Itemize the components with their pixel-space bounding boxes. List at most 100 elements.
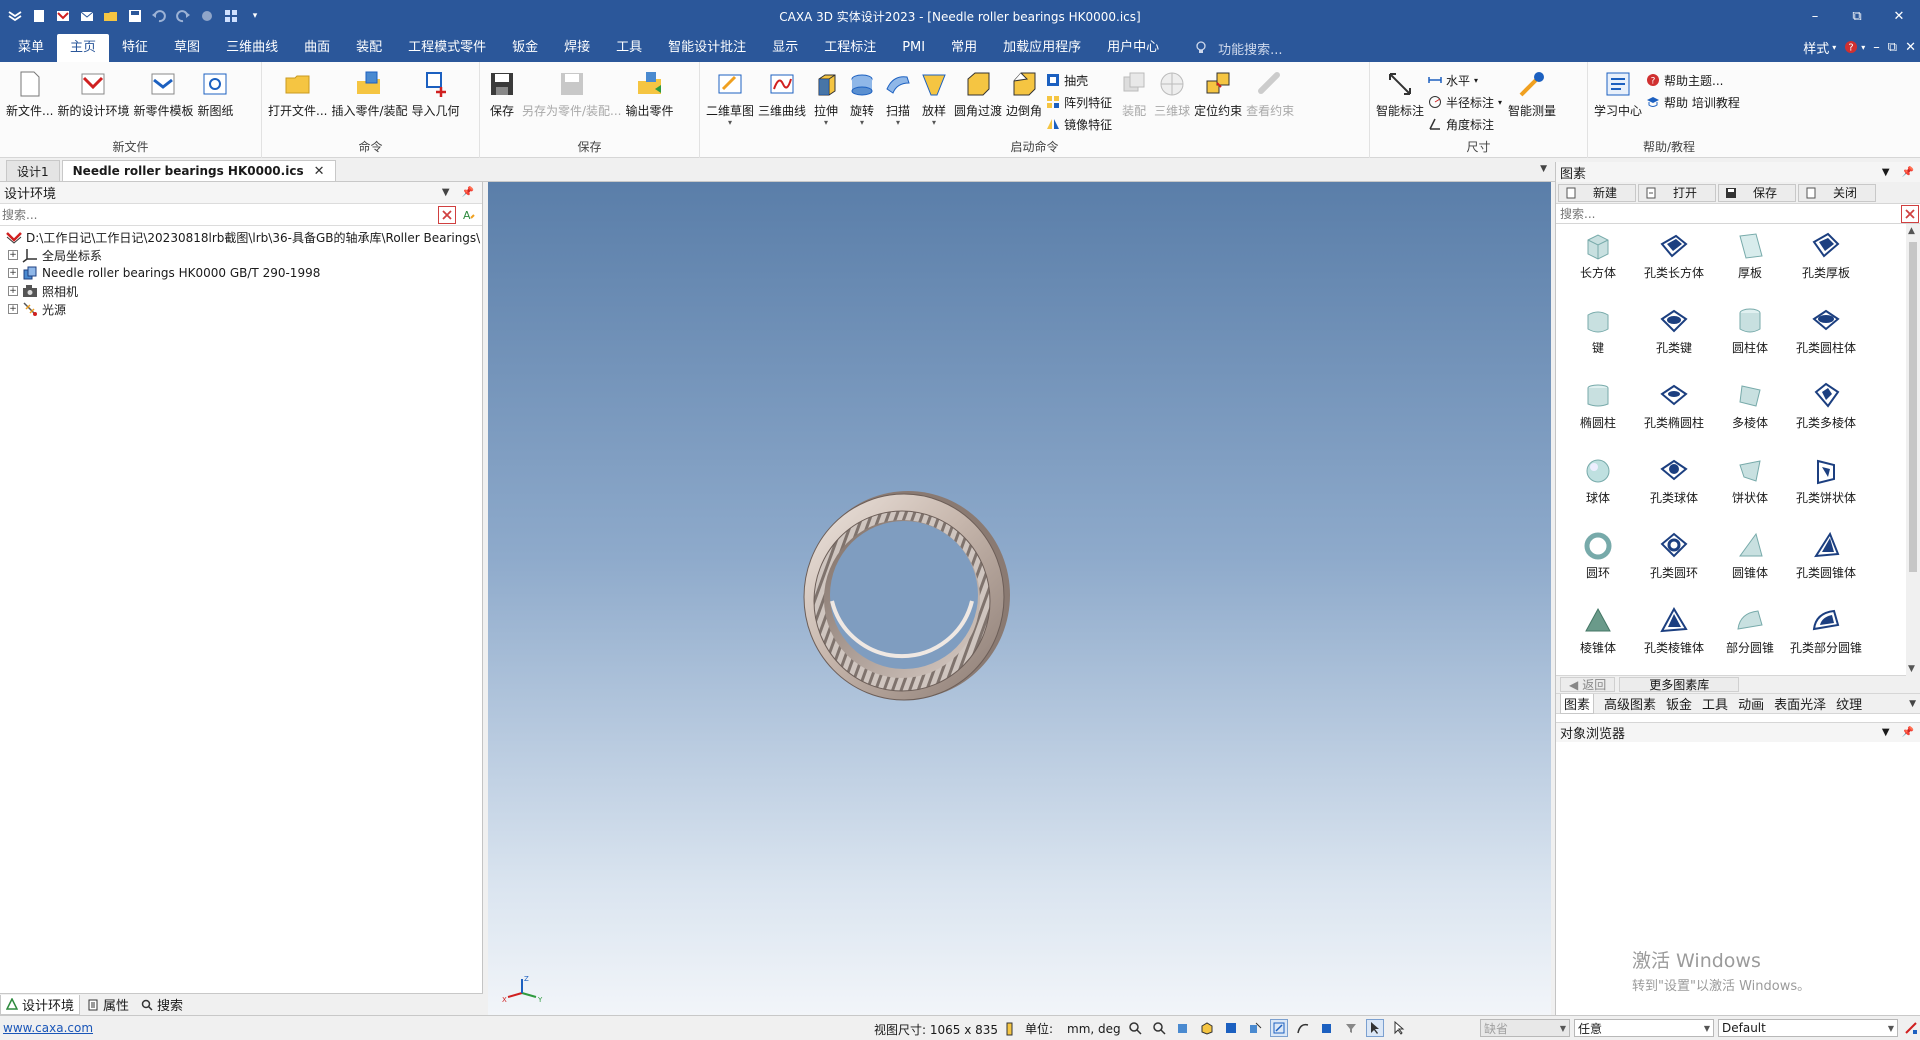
tab-engineering-dimension[interactable]: 工程标注 [811, 34, 889, 62]
vertical-scrollbar[interactable]: ▲ ▼ [1906, 224, 1920, 676]
open-catalog-button[interactable]: 打开 [1638, 183, 1716, 202]
shape-item[interactable]: 孔类长方体 [1636, 228, 1712, 303]
unit-readout[interactable]: 单位: mm, deg [1005, 1020, 1121, 1037]
back-button[interactable]: ◀ 返回 [1560, 677, 1616, 692]
learning-center-button[interactable]: 学习中心 [1592, 66, 1644, 121]
close-catalog-button[interactable]: 关闭 [1798, 183, 1876, 202]
tab-home[interactable]: 主页 [57, 34, 110, 62]
help-icon[interactable]: ? ▾ [1844, 40, 1865, 54]
default-select[interactable]: 缺省 ▼ [1480, 1019, 1570, 1037]
shape-item[interactable]: 孔类厚板 [1788, 228, 1864, 303]
assembly-button[interactable]: 装配 [1116, 66, 1152, 121]
shape-item[interactable]: 多棱体 [1712, 378, 1788, 453]
radius-dimension-button[interactable]: 半径标注 ▾ [1428, 92, 1502, 112]
tree-search-input[interactable] [2, 205, 438, 224]
close-button[interactable]: ✕ [1878, 0, 1920, 32]
tab-texture[interactable]: 纹理 [1836, 694, 1862, 713]
mirror-feature-button[interactable]: 镜像特征 [1046, 114, 1112, 134]
tab-feature[interactable]: 特征 [109, 34, 161, 62]
tab-display[interactable]: 显示 [759, 34, 811, 62]
save-icon[interactable] [124, 5, 146, 27]
curve-3d-button[interactable]: 三维曲线 [756, 66, 808, 121]
display-style-icon[interactable] [1222, 1019, 1240, 1037]
needle-roller-bearing-model[interactable] [794, 489, 1014, 709]
more-elements-button[interactable]: 更多图素库 [1619, 677, 1740, 692]
chevron-down-icon[interactable]: ▼ [1882, 727, 1890, 738]
shape-item[interactable]: 球体 [1560, 453, 1636, 528]
tab-surface[interactable]: 曲面 [291, 34, 343, 62]
chevron-down-icon[interactable]: ▼ [1882, 167, 1890, 178]
triball-button[interactable]: 三维球 [1152, 66, 1192, 121]
smart-snap-icon[interactable] [1270, 1019, 1288, 1037]
expand-icon[interactable]: + [8, 304, 18, 314]
tab-elements[interactable]: 图素 [1560, 693, 1595, 714]
select-arrow-icon[interactable] [1366, 1019, 1384, 1037]
save-button[interactable]: 保存 [484, 66, 520, 121]
doc-close-button[interactable]: ✕ [1905, 40, 1916, 55]
shape-item[interactable]: 孔类键 [1636, 303, 1712, 378]
shape-item[interactable]: 孔类饼状体 [1788, 453, 1864, 528]
tab-sheet-metal[interactable]: 钣金 [499, 34, 551, 62]
new-file-icon[interactable] [28, 5, 50, 27]
shape-item[interactable]: 键 [1560, 303, 1636, 378]
new-design-icon[interactable] [52, 5, 74, 27]
scroll-down-icon[interactable]: ▼ [1908, 664, 1915, 674]
clear-search-button[interactable] [438, 205, 456, 224]
tab-sheet-metal[interactable]: 钣金 [1666, 694, 1692, 713]
smart-measure-button[interactable]: 智能测量 [1506, 66, 1558, 121]
tab-user-center[interactable]: 用户中心 [1094, 34, 1172, 62]
selection-mode-select[interactable]: 任意 ▼ [1574, 1019, 1714, 1037]
new-design-env-button[interactable]: 新的设计环境 [55, 66, 131, 121]
tab-design-environment[interactable]: 设计环境 [0, 994, 81, 1015]
tab-tools[interactable]: 工具 [1702, 694, 1728, 713]
pointer-icon[interactable] [1390, 1019, 1408, 1037]
filter-icon[interactable]: A [460, 206, 478, 224]
save-catalog-button[interactable]: 保存 [1718, 183, 1796, 202]
tab-sketch[interactable]: 草图 [161, 34, 213, 62]
scrollbar-thumb[interactable] [1909, 242, 1917, 572]
shape-item[interactable]: 部分圆锥 [1712, 603, 1788, 678]
shape-item[interactable]: 椭圆柱 [1560, 378, 1636, 453]
box-select-icon[interactable] [1318, 1019, 1336, 1037]
tree-item[interactable]: D:\工作日记\工作日记\20230818lrb截图\lrb\36-具备GB的轴… [6, 228, 482, 246]
tab-surface-finish[interactable]: 表面光泽 [1774, 694, 1826, 713]
doc-minimize-button[interactable]: – [1873, 40, 1880, 55]
shape-item[interactable]: 圆环 [1560, 528, 1636, 603]
chevron-down-icon[interactable]: ▼ [1540, 164, 1547, 174]
training-tutorial-button[interactable]: 帮助 培训教程 [1646, 92, 1740, 112]
tree-item[interactable]: + 照相机 [6, 282, 482, 300]
revolve-button[interactable]: 旋转 ▾ [844, 66, 880, 129]
tab-advanced-elements[interactable]: 高级图素 [1604, 694, 1656, 713]
position-constraint-button[interactable]: 定位约束 [1192, 66, 1244, 121]
close-icon[interactable]: ✕ [314, 164, 325, 179]
doc-restore-button[interactable]: ⧉ [1888, 40, 1897, 55]
website-link[interactable]: www.caxa.com [3, 1021, 93, 1035]
customize-qat-icon[interactable]: ▾ [244, 5, 266, 27]
view-orientation-icon[interactable] [1174, 1019, 1192, 1037]
sweep-button[interactable]: 扫描 ▾ [880, 66, 916, 129]
shape-item[interactable]: 孔类圆柱体 [1788, 303, 1864, 378]
tab-search[interactable]: 搜索 [136, 995, 188, 1015]
tab-smart-annotation[interactable]: 智能设计批注 [655, 34, 759, 62]
shape-item[interactable]: 饼状体 [1712, 453, 1788, 528]
pin-icon[interactable]: 📌 [1902, 167, 1914, 178]
tab-tools[interactable]: 工具 [603, 34, 655, 62]
shape-item[interactable]: 圆柱体 [1712, 303, 1788, 378]
3d-viewport[interactable]: X Y Z [488, 182, 1551, 1015]
tab-load-apps[interactable]: 加载应用程序 [990, 34, 1094, 62]
tree-item[interactable]: + 光源 [6, 300, 482, 318]
tab-engineering-part[interactable]: 工程模式零件 [395, 34, 499, 62]
pin-icon[interactable]: 📌 [1902, 727, 1914, 738]
new-part-template-button[interactable]: 新零件模板 [131, 66, 195, 121]
render-mode-icon[interactable] [1198, 1019, 1216, 1037]
extrude-button[interactable]: 拉伸 ▾ [808, 66, 844, 129]
scroll-up-icon[interactable]: ▲ [1908, 226, 1915, 236]
redo-icon[interactable] [172, 5, 194, 27]
tree-item[interactable]: + 全局坐标系 [6, 246, 482, 264]
clear-search-button[interactable] [1901, 204, 1919, 223]
expand-icon[interactable]: + [8, 268, 18, 278]
shape-item[interactable]: 孔类圆锥体 [1788, 528, 1864, 603]
export-part-button[interactable]: 输出零件 [624, 66, 676, 121]
help-topics-button[interactable]: ? 帮助主题... [1646, 70, 1740, 90]
section-view-icon[interactable] [1246, 1019, 1264, 1037]
